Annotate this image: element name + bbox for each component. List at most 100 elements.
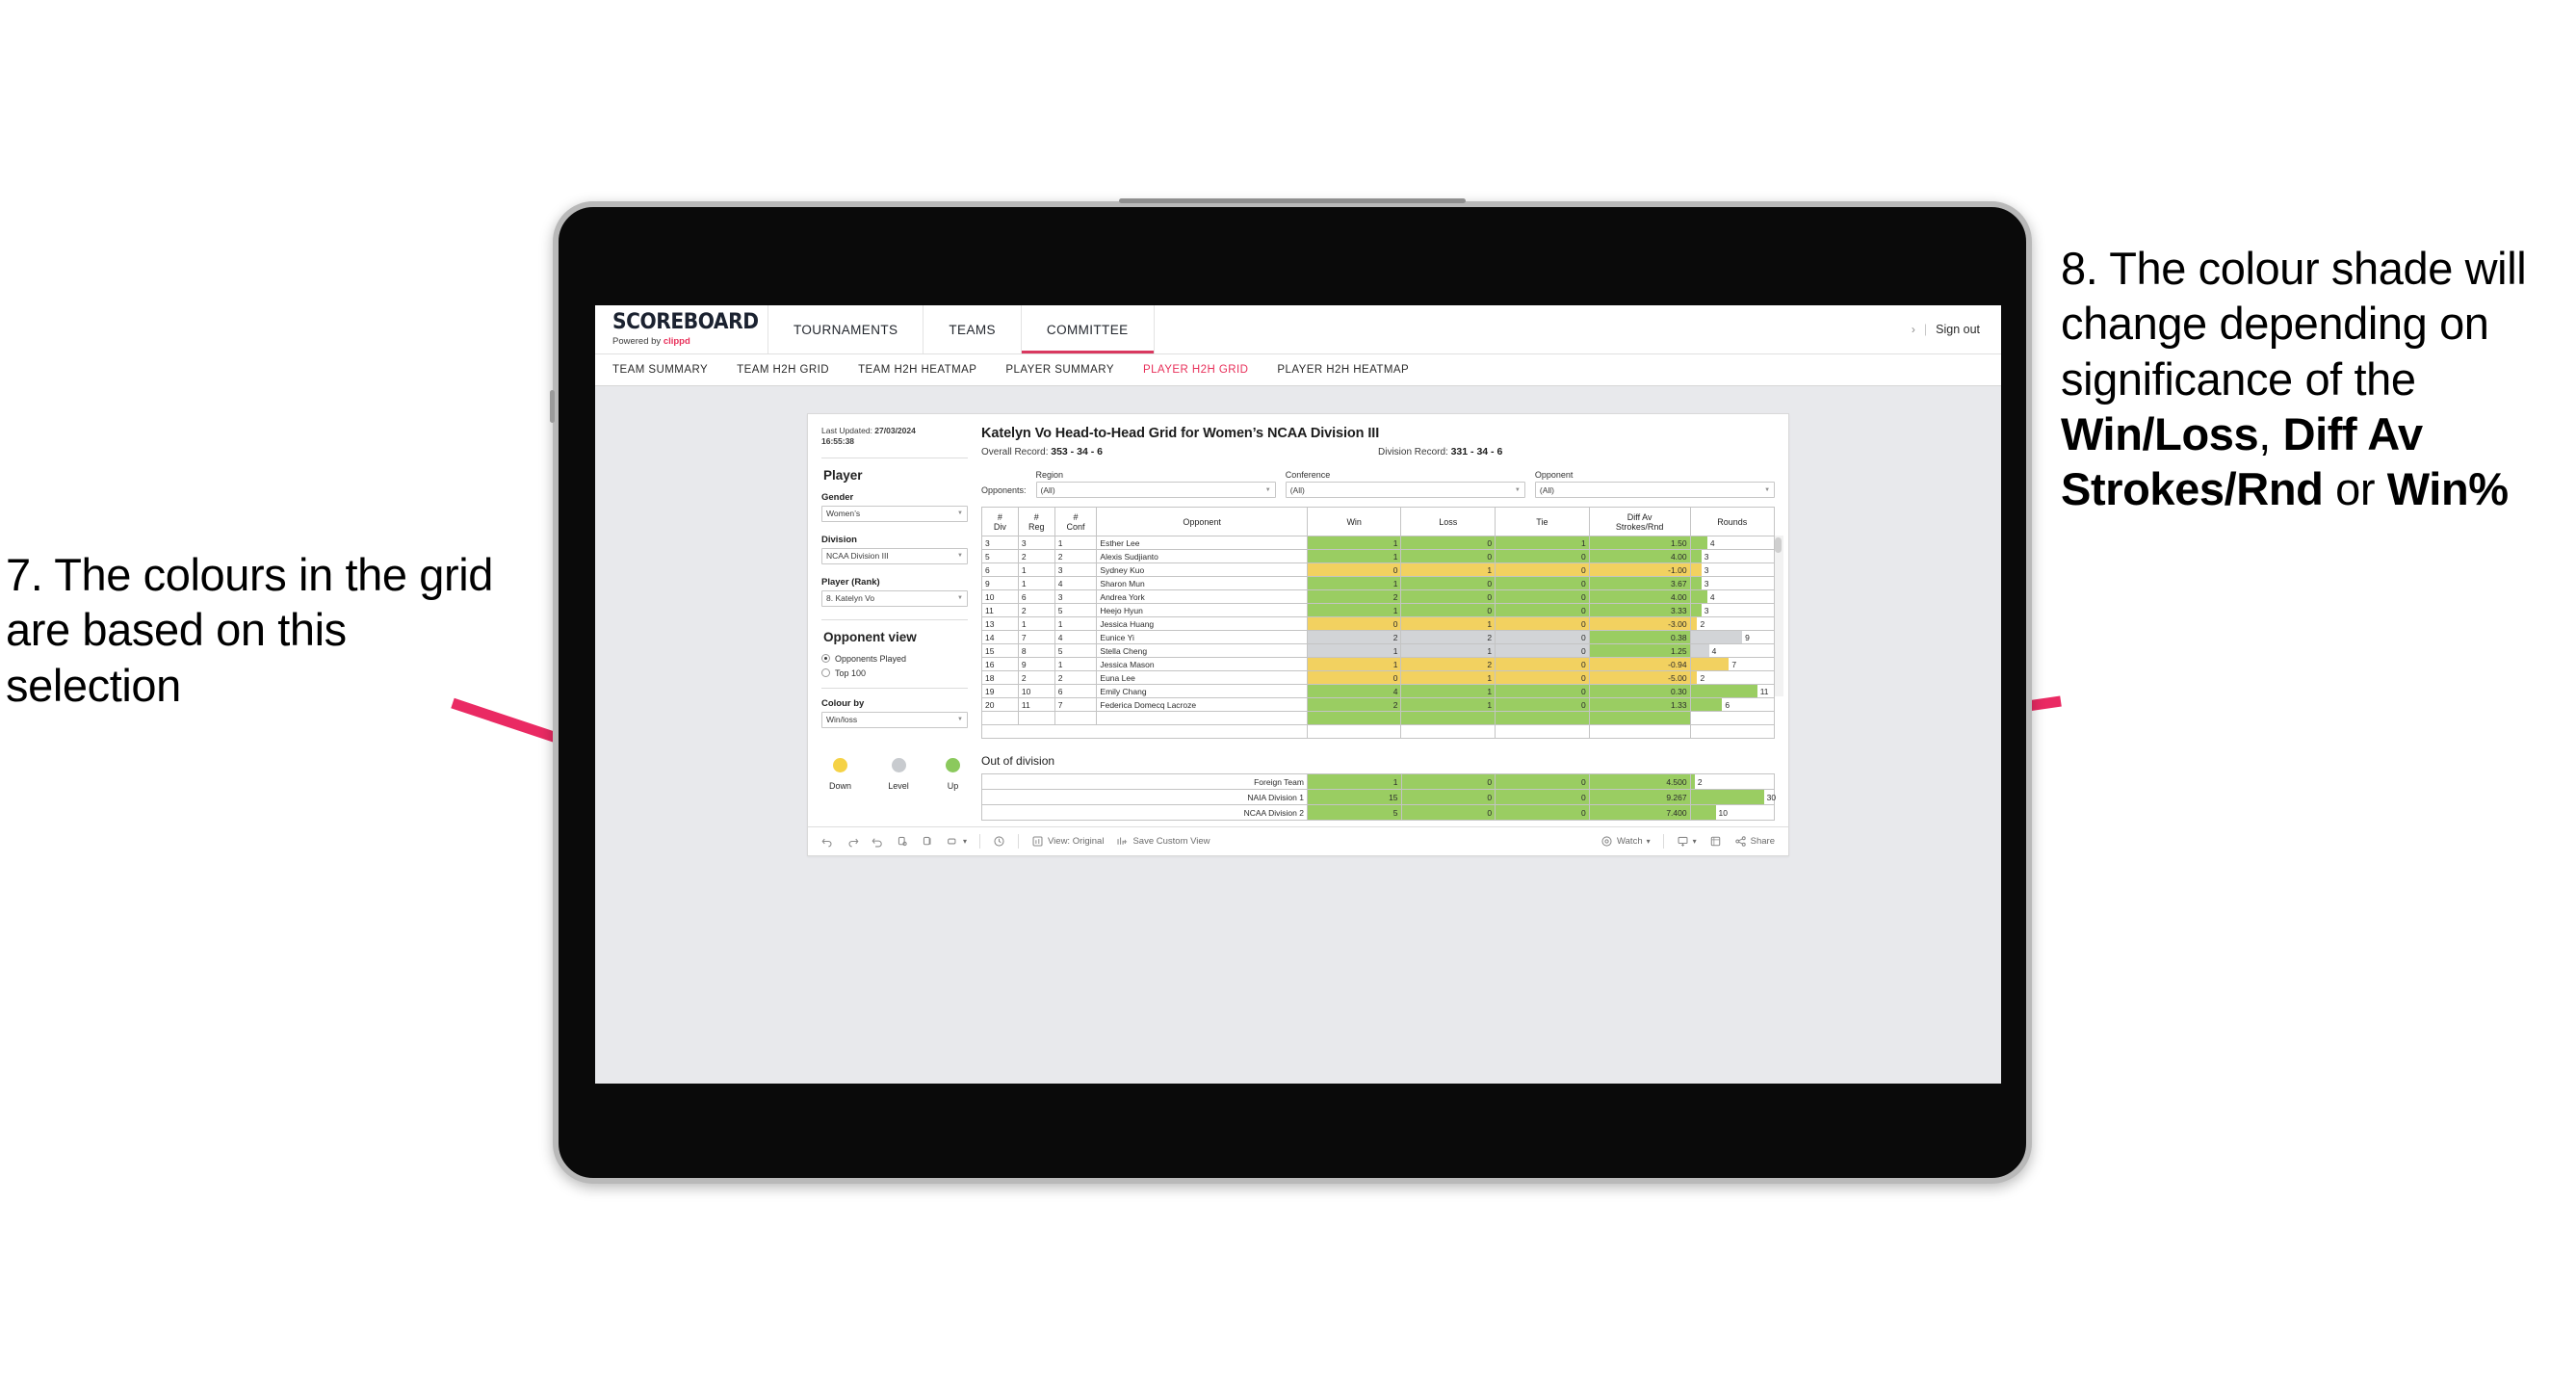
table-row[interactable]: 13 1 1 Jessica Huang 0 1 0 -3.00 2 xyxy=(981,616,1776,631)
table-scrollbar-thumb[interactable] xyxy=(1775,537,1782,553)
cell-conf: 2 xyxy=(1054,549,1098,563)
cell-conf: 2 xyxy=(1054,670,1098,685)
out-of-division-row[interactable]: NCAA Division 2 5 0 0 7.400 10 xyxy=(981,804,1776,821)
chevron-down-icon: ▼ xyxy=(1514,486,1521,493)
cell-tie: 0 xyxy=(1495,549,1590,563)
history-icon[interactable] xyxy=(993,835,1005,848)
col-tie[interactable]: Tie xyxy=(1495,507,1590,536)
rounds-value: 30 xyxy=(1766,792,1777,802)
filter-region-select[interactable]: (All) ▼ xyxy=(1035,482,1276,498)
filter-opponent-select[interactable]: (All) ▼ xyxy=(1534,482,1776,498)
chevron-right-icon[interactable]: › xyxy=(1912,323,1915,336)
cell-div: 13 xyxy=(981,616,1019,631)
download-icon[interactable]: ▾ xyxy=(1677,835,1697,848)
save-custom-view-button[interactable]: Save Custom View xyxy=(1116,835,1210,848)
cell-ood-loss: 0 xyxy=(1400,773,1496,790)
table-row[interactable]: 9 1 4 Sharon Mun 1 0 0 3.67 3 xyxy=(981,576,1776,590)
device-layout-icon[interactable]: ▾ xyxy=(947,835,967,848)
cell-opponent: Alexis Sudjianto xyxy=(1096,549,1308,563)
table-row[interactable]: 18 2 2 Euna Lee 0 1 0 -5.00 2 xyxy=(981,670,1776,685)
fullscreen-icon[interactable] xyxy=(1709,835,1722,848)
col-diff-av-strokes[interactable]: Diff Av Strokes/Rnd xyxy=(1588,507,1691,536)
col-loss[interactable]: Loss xyxy=(1400,507,1496,536)
cell-reg: 1 xyxy=(1017,562,1055,577)
cell-reg: 3 xyxy=(1017,536,1055,550)
rounds-bar xyxy=(1690,685,1757,697)
cell-div: 11 xyxy=(981,603,1019,617)
radio-opponents-played[interactable]: Opponents Played xyxy=(821,654,968,664)
cell-loss: 2 xyxy=(1400,630,1496,644)
cell-win: 1 xyxy=(1306,576,1402,590)
nav-item-committee[interactable]: COMMITTEE xyxy=(1021,305,1155,353)
table-row[interactable]: 14 7 4 Eunice Yi 2 2 0 0.38 9 xyxy=(981,630,1776,644)
cell-loss: 0 xyxy=(1400,536,1496,550)
radio-top-100[interactable]: Top 100 xyxy=(821,668,968,678)
table-row[interactable]: 6 1 3 Sydney Kuo 0 1 0 -1.00 3 xyxy=(981,562,1776,577)
tab-team-summary[interactable]: TEAM SUMMARY xyxy=(612,364,708,376)
filter-division-select[interactable]: NCAA Division III ▼ xyxy=(821,547,968,564)
cell-loss: 1 xyxy=(1400,643,1496,658)
cell-tie: 0 xyxy=(1495,589,1590,604)
table-scrollbar-track[interactable] xyxy=(1775,536,1783,696)
cell-div: 18 xyxy=(981,670,1019,685)
annotation-8-bold-winloss: Win/Loss xyxy=(2061,407,2259,459)
undo-icon[interactable] xyxy=(821,835,834,848)
view-original-button[interactable]: View: Original xyxy=(1031,835,1104,848)
chevron-down-icon: ▼ xyxy=(957,510,963,517)
sign-out-link[interactable]: Sign out xyxy=(1936,323,1980,336)
cell-loss: 1 xyxy=(1400,562,1496,577)
tab-team-h2h-grid[interactable]: TEAM H2H GRID xyxy=(737,364,829,376)
opponent-filter-row: Opponents: Region (All) ▼ Conference (Al… xyxy=(981,470,1776,498)
filter-opponent-caption: Opponent xyxy=(1534,470,1574,480)
out-of-division-row[interactable]: Foreign Team 1 0 0 4.500 2 xyxy=(981,773,1776,790)
nav-item-teams[interactable]: TEAMS xyxy=(924,305,1022,353)
watch-button[interactable]: Watch ▾ xyxy=(1600,835,1651,848)
sidebar-divider-2 xyxy=(821,618,968,620)
redo-icon[interactable] xyxy=(846,835,859,848)
cell-conf: 4 xyxy=(1054,630,1098,644)
revert-icon[interactable] xyxy=(872,835,884,848)
table-row[interactable]: 15 8 5 Stella Cheng 1 1 0 1.25 4 xyxy=(981,643,1776,658)
filter-colour-by-select[interactable]: Win/loss ▼ xyxy=(821,711,968,728)
pause-updates-icon[interactable] xyxy=(922,835,934,848)
rounds-value: 10 xyxy=(1718,807,1728,818)
share-button[interactable]: Share xyxy=(1734,835,1775,848)
table-row[interactable]: 20 11 7 Federica Domecq Lacroze 2 1 0 1.33 6 xyxy=(981,697,1776,712)
col-div[interactable]: # Div xyxy=(981,507,1019,536)
rounds-bar xyxy=(1690,631,1743,643)
rounds-bar xyxy=(1690,617,1698,630)
table-row[interactable]: 11 2 5 Heejo Hyun 1 0 0 3.33 3 xyxy=(981,603,1776,617)
nav-item-tournaments[interactable]: TOURNAMENTS xyxy=(768,305,924,353)
cell-rounds: 3 xyxy=(1689,603,1776,617)
tab-player-h2h-heatmap[interactable]: PLAYER H2H HEATMAP xyxy=(1277,364,1409,376)
table-row[interactable]: 10 6 3 Andrea York 2 0 0 4.00 4 xyxy=(981,589,1776,604)
col-conf[interactable]: # Conf xyxy=(1054,507,1098,536)
refresh-icon[interactable] xyxy=(897,835,909,848)
app-logo[interactable]: SCOREBOARD Powered by clippd xyxy=(595,305,768,353)
filter-conference-value: (All) xyxy=(1289,484,1305,495)
filter-player-rank-select[interactable]: 8. Katelyn Vo ▼ xyxy=(821,589,968,607)
filter-gender-select[interactable]: Women’s ▼ xyxy=(821,505,968,522)
filter-region-value: (All) xyxy=(1040,484,1055,495)
col-reg[interactable]: # Reg xyxy=(1017,507,1055,536)
col-opponent[interactable]: Opponent xyxy=(1096,507,1308,536)
cell-conf: 1 xyxy=(1054,657,1098,671)
rounds-bar xyxy=(1690,550,1702,562)
cell-rounds: 11 xyxy=(1689,684,1776,698)
chevron-down-icon: ▼ xyxy=(1764,486,1771,493)
cell-opponent: Jessica Huang xyxy=(1096,616,1308,631)
table-row[interactable]: 3 3 1 Esther Lee 1 0 1 1.50 4 xyxy=(981,536,1776,550)
table-row[interactable]: 5 2 2 Alexis Sudjianto 1 0 0 4.00 3 xyxy=(981,549,1776,563)
filter-conference-select[interactable]: (All) ▼ xyxy=(1285,482,1525,498)
table-row[interactable]: 16 9 1 Jessica Mason 1 2 0 -0.94 7 xyxy=(981,657,1776,671)
tab-team-h2h-heatmap[interactable]: TEAM H2H HEATMAP xyxy=(858,364,976,376)
watch-label: Watch xyxy=(1617,836,1643,847)
out-of-division-row[interactable]: NAIA Division 1 15 0 0 9.267 30 xyxy=(981,789,1777,805)
cell-div: 16 xyxy=(981,657,1019,671)
tab-player-summary[interactable]: PLAYER SUMMARY xyxy=(1005,364,1114,376)
table-row[interactable]: 19 10 6 Emily Chang 4 1 0 0.30 11 xyxy=(981,684,1776,698)
tab-player-h2h-grid[interactable]: PLAYER H2H GRID xyxy=(1143,364,1248,376)
col-win[interactable]: Win xyxy=(1306,507,1402,536)
col-rounds[interactable]: Rounds xyxy=(1689,507,1776,536)
cell-conf: 3 xyxy=(1054,589,1098,604)
